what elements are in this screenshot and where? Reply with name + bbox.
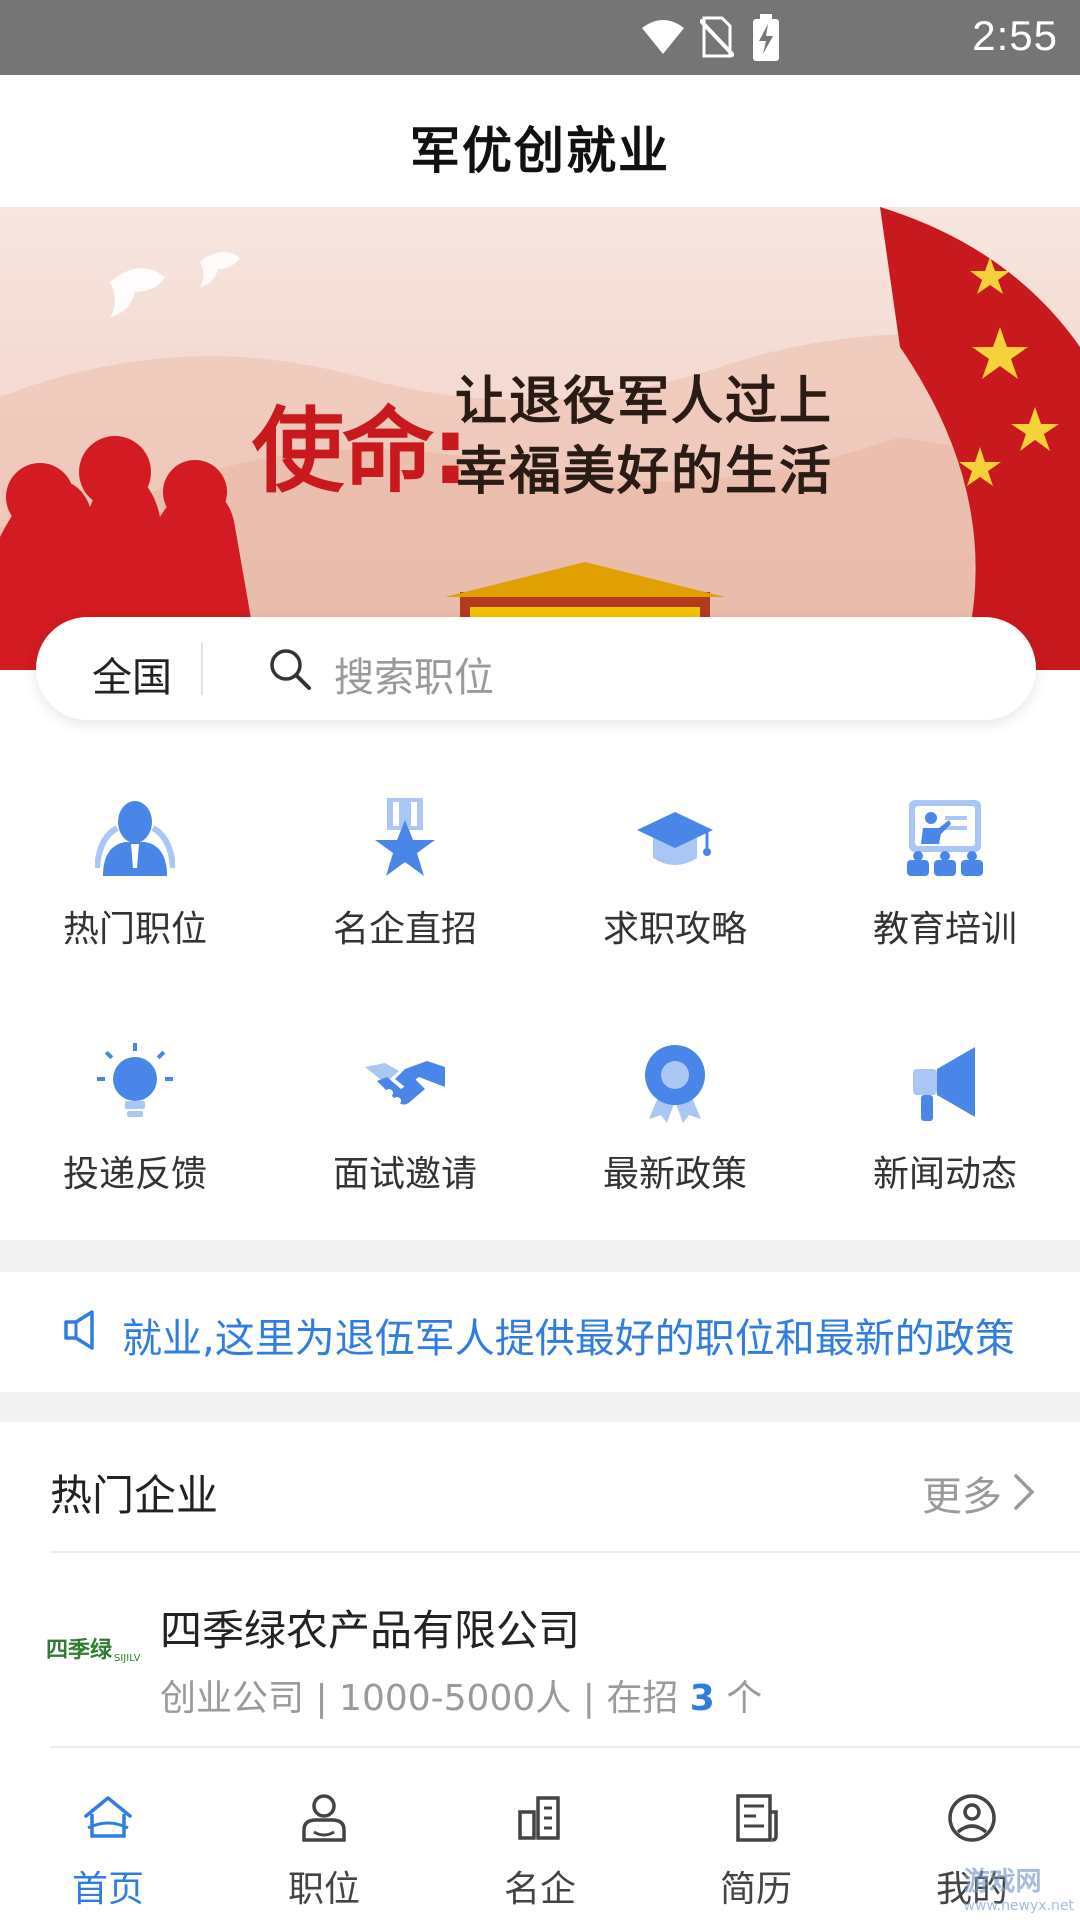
- grid-item-education[interactable]: 教育培训: [810, 770, 1080, 970]
- section-gap: [0, 1392, 1080, 1422]
- speaker-icon: [64, 1310, 94, 1350]
- app-bar: 军优创就业: [0, 75, 1080, 207]
- tab-label: 名企: [503, 1869, 576, 1910]
- company-type: 创业公司: [160, 1678, 305, 1719]
- watermark: 游戏网 www.newyx.net: [963, 1867, 1074, 1914]
- tab-jobs[interactable]: 职位: [216, 1750, 432, 1920]
- lightbulb-icon: [97, 1043, 173, 1117]
- person-icon: [302, 1794, 346, 1842]
- divider: [50, 1746, 1080, 1748]
- grid-label: 热门职位: [62, 909, 207, 950]
- clock: 2:55: [972, 12, 1058, 59]
- company-meta: 创业公司 | 1000-5000人 | 在招 3 个: [160, 1669, 762, 1721]
- company-logo: 四季绿 SIJILV: [46, 1637, 141, 1664]
- grid-label: 教育培训: [872, 909, 1017, 950]
- grid-item-news[interactable]: 新闻动态: [810, 1015, 1080, 1215]
- meta-separator: |: [315, 1678, 340, 1719]
- teacher-board-icon: [907, 800, 983, 876]
- hot-jobs-icon: [95, 801, 175, 876]
- grid-label: 名企直招: [332, 909, 477, 950]
- company-name: 四季绿农产品有限公司: [160, 1606, 581, 1655]
- home-icon: [84, 1796, 132, 1838]
- tab-home[interactable]: 首页: [0, 1750, 216, 1920]
- section-gap: [0, 1240, 1080, 1272]
- tab-companies[interactable]: 名企: [432, 1750, 648, 1920]
- company-card[interactable]: 四季绿 SIJILV 四季绿农产品有限公司 创业公司 | 1000-5000人 …: [0, 1553, 1080, 1748]
- banner-mission: 使命:: [252, 398, 469, 505]
- hiring-unit: 个: [726, 1678, 763, 1719]
- bottom-tab-bar: 首页 职位 名企 简历 我的: [0, 1750, 1080, 1920]
- grid-label: 投递反馈: [62, 1154, 207, 1195]
- hiring-count: 3: [689, 1678, 715, 1719]
- hiring-prefix: 在招: [606, 1678, 679, 1719]
- handshake-icon: [365, 1061, 445, 1105]
- grid-item-famous-companies[interactable]: 名企直招: [270, 770, 540, 970]
- medal-star-icon: [375, 798, 435, 876]
- hot-companies-header: 热门企业 更多: [0, 1422, 1080, 1552]
- grid-label: 最新政策: [602, 1154, 747, 1195]
- status-bar: 2:55: [0, 0, 1080, 75]
- banner[interactable]: 使命: 让退役军人过上 幸福美好的生活: [0, 207, 1080, 670]
- search-icon: [270, 649, 311, 690]
- section-title: 热门企业: [50, 1471, 219, 1520]
- grid-label: 求职攻略: [602, 909, 747, 950]
- page-title: 军优创就业: [410, 122, 670, 180]
- grid-item-job-guide[interactable]: 求职攻略: [540, 770, 810, 970]
- battery-charging-icon: [753, 14, 779, 61]
- graduation-cap-icon: [637, 812, 713, 865]
- tab-label: 职位: [287, 1869, 360, 1910]
- chevron-right-icon[interactable]: [1012, 1472, 1036, 1512]
- grid-item-interview[interactable]: 面试邀请: [270, 1015, 540, 1215]
- banner-line-2: 幸福美好的生活: [455, 442, 834, 502]
- search-divider: [201, 643, 203, 695]
- meta-separator: |: [582, 1678, 607, 1719]
- notice-bar[interactable]: 就业,这里为退伍军人提供最好的职位和最新的政策: [0, 1272, 1080, 1392]
- region-selector[interactable]: 全国: [92, 645, 172, 703]
- tab-label: 首页: [71, 1869, 144, 1910]
- grid-item-hot-jobs[interactable]: 热门职位: [0, 770, 270, 970]
- banner-line-1: 让退役军人过上: [455, 372, 834, 432]
- company-size: 1000-5000人: [339, 1678, 572, 1719]
- search-input[interactable]: 搜索职位: [334, 645, 494, 703]
- award-badge-icon: [645, 1045, 705, 1123]
- resume-icon: [736, 1794, 778, 1842]
- grid-label: 面试邀请: [332, 1154, 477, 1195]
- notice-text: 就业,这里为退伍军人提供最好的职位和最新的政策: [122, 1316, 1015, 1362]
- svg-text:SIJILV: SIJILV: [114, 1653, 141, 1664]
- search-bar: 全国 搜索职位: [36, 617, 1036, 720]
- svg-text:四季绿: 四季绿: [46, 1637, 113, 1663]
- wifi-icon: [642, 20, 684, 54]
- more-link[interactable]: 更多: [922, 1464, 1002, 1522]
- building-icon: [518, 1796, 560, 1840]
- tab-resume[interactable]: 简历: [648, 1750, 864, 1920]
- grid-item-policy[interactable]: 最新政策: [540, 1015, 810, 1215]
- tab-label: 简历: [719, 1869, 792, 1910]
- grid-label: 新闻动态: [872, 1154, 1017, 1195]
- no-sim-icon: [700, 16, 734, 58]
- profile-icon: [948, 1794, 996, 1842]
- grid-item-feedback[interactable]: 投递反馈: [0, 1015, 270, 1215]
- megaphone-icon: [913, 1047, 975, 1121]
